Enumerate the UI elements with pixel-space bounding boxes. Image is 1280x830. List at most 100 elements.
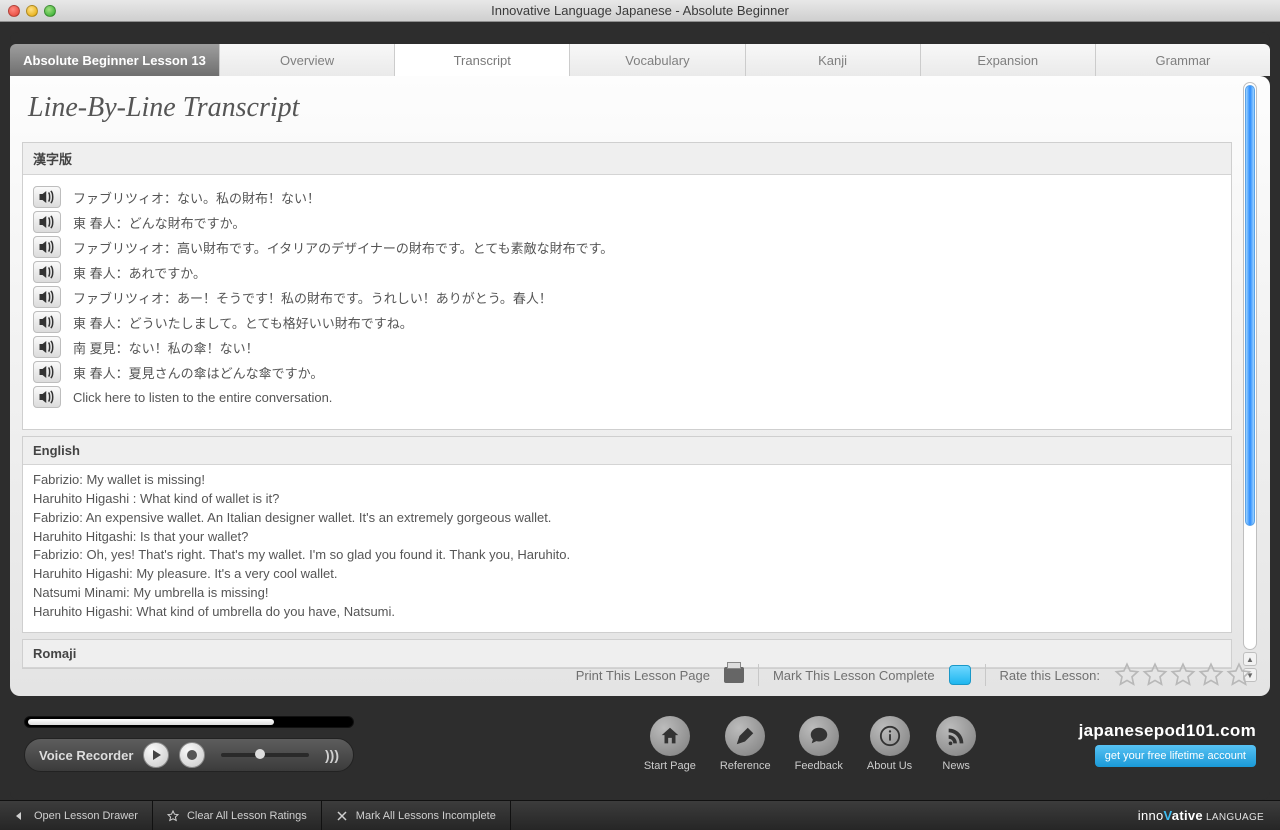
transcript-line: 東 春人：あれですか。: [33, 261, 1221, 283]
transcript-line: 東 春人：どんな財布ですか。: [33, 211, 1221, 233]
voice-recorder-label: Voice Recorder: [39, 748, 133, 763]
divider: [758, 664, 759, 686]
tab-transcript[interactable]: Transcript: [395, 44, 570, 76]
open-lesson-drawer-label: Open Lesson Drawer: [34, 810, 138, 822]
transcript-line-text: ファブリツィオ：ない。私の財布！ない！: [73, 188, 320, 207]
star-icon[interactable]: [1114, 662, 1140, 688]
mark-complete-checkbox[interactable]: [949, 665, 971, 685]
transcript-line: 南 夏見：ない！私の傘！ない！: [33, 336, 1221, 358]
content-panel: Line-By-Line Transcript 漢字版 ファブリツィオ：ない。私…: [10, 76, 1270, 696]
volume-icon: ))): [325, 747, 339, 763]
tab-expansion[interactable]: Expansion: [921, 44, 1096, 76]
english-line: Fabrizio: An expensive wallet. An Italia…: [33, 509, 1221, 528]
player-controls: Voice Recorder ))) Start Page Reference Fe…: [10, 696, 1270, 784]
play-line-audio-button[interactable]: [33, 211, 61, 233]
play-line-audio-button[interactable]: [33, 336, 61, 358]
vertical-scrollbar[interactable]: ▲ ▼: [1242, 82, 1258, 682]
play-line-audio-button[interactable]: [33, 261, 61, 283]
english-line: Haruhito Higashi: My pleasure. It's a ve…: [33, 565, 1221, 584]
play-line-audio-button[interactable]: [33, 361, 61, 383]
volume-slider[interactable]: [221, 753, 309, 757]
tab-lesson-indicator: Absolute Beginner Lesson 13: [10, 44, 220, 76]
brand-block: japanesepod101.com get your free lifetim…: [1056, 721, 1256, 767]
transcript-line-text: 東 春人：どういたしまして。とても格好いい財布ですね。: [73, 313, 413, 332]
transcript-line-text: 東 春人：夏見さんの傘はどんな傘ですか。: [73, 363, 323, 382]
play-line-audio-button[interactable]: [33, 186, 61, 208]
nav-label: Reference: [720, 760, 771, 772]
transcript-line: 東 春人：どういたしまして。とても格好いい財布ですね。: [33, 311, 1221, 333]
tab-kanji[interactable]: Kanji: [746, 44, 921, 76]
nav-start-page[interactable]: Start Page: [644, 716, 696, 772]
divider: [985, 664, 986, 686]
info-icon: [870, 716, 910, 756]
kanji-section: 漢字版 ファブリツィオ：ない。私の財布！ない！ 東 春人：どんな財布ですか。ファブ…: [22, 142, 1232, 430]
transcript-line-text: ファブリツィオ：あー！そうです！私の財布です。うれしい！ありがとう。春人！: [73, 288, 552, 307]
scrollbar-thumb[interactable]: [1245, 85, 1255, 526]
nav-feedback[interactable]: Feedback: [795, 716, 843, 772]
tab-overview[interactable]: Overview: [220, 44, 395, 76]
nav-about-us[interactable]: About Us: [867, 716, 912, 772]
printer-icon[interactable]: [724, 667, 744, 683]
nav-news[interactable]: News: [936, 716, 976, 772]
bubble-icon: [799, 716, 839, 756]
transcript-line: ファブリツィオ：高い財布です。イタリアのデザイナーの財布です。とても素敵な財布で…: [33, 236, 1221, 258]
rss-icon: [936, 716, 976, 756]
transcript-line: 東 春人：夏見さんの傘はどんな傘ですか。: [33, 361, 1221, 383]
play-line-audio-button[interactable]: [33, 236, 61, 258]
mark-complete-link[interactable]: Mark This Lesson Complete: [773, 668, 935, 683]
transcript-line-text: ファブリツィオ：高い財布です。イタリアのデザイナーの財布です。とても素敵な財布で…: [73, 238, 613, 257]
pen-icon: [725, 716, 765, 756]
transcript-line: ファブリツィオ：あー！そうです！私の財布です。うれしい！ありがとう。春人！: [33, 286, 1221, 308]
nav-label: Feedback: [795, 760, 843, 772]
star-icon[interactable]: [1226, 662, 1252, 688]
free-account-cta[interactable]: get your free lifetime account: [1095, 745, 1256, 767]
english-line: Fabrizio: My wallet is missing!: [33, 471, 1221, 490]
voice-recorder: Voice Recorder ))): [24, 738, 354, 772]
play-line-audio-button[interactable]: [33, 286, 61, 308]
nav-reference[interactable]: Reference: [720, 716, 771, 772]
rate-lesson-label: Rate this Lesson:: [1000, 668, 1100, 683]
nav-label: About Us: [867, 760, 912, 772]
english-line: Haruhito Hitgashi: Is that your wallet?: [33, 528, 1221, 547]
star-icon[interactable]: [1170, 662, 1196, 688]
clear-ratings-label: Clear All Lesson Ratings: [187, 810, 307, 822]
lesson-action-row: Print This Lesson Page Mark This Lesson …: [28, 660, 1252, 690]
tab-vocabulary[interactable]: Vocabulary: [570, 44, 745, 76]
bottom-toolbar: Open Lesson Drawer Clear All Lesson Rati…: [0, 800, 1280, 830]
mac-titlebar: Innovative Language Japanese - Absolute …: [0, 0, 1280, 22]
window-title: Innovative Language Japanese - Absolute …: [0, 3, 1280, 18]
transcript-line-text: 南 夏見：ない！私の傘！ない！: [73, 338, 259, 357]
transcript-line-text: 東 春人：あれですか。: [73, 263, 206, 282]
english-line: Haruhito Higashi: What kind of umbrella …: [33, 603, 1221, 622]
nav-label: News: [942, 760, 970, 772]
page-title: Line-By-Line Transcript: [22, 76, 1232, 142]
innovative-language-logo: innoVative LANGUAGE: [1122, 808, 1280, 823]
rating-stars[interactable]: [1114, 662, 1252, 688]
print-lesson-link[interactable]: Print This Lesson Page: [576, 668, 710, 683]
open-lesson-drawer-button[interactable]: Open Lesson Drawer: [0, 801, 153, 830]
star-icon[interactable]: [1142, 662, 1168, 688]
english-line: Haruhito Higashi : What kind of wallet i…: [33, 490, 1221, 509]
play-line-audio-button[interactable]: [33, 386, 61, 408]
home-icon: [650, 716, 690, 756]
tab-grammar[interactable]: Grammar: [1096, 44, 1270, 76]
lesson-tabs: Absolute Beginner Lesson 13 Overview Tra…: [10, 44, 1270, 76]
english-line: Natsumi Minami: My umbrella is missing!: [33, 584, 1221, 603]
transcript-line: Click here to listen to the entire conve…: [33, 386, 1221, 408]
play-line-audio-button[interactable]: [33, 311, 61, 333]
star-icon[interactable]: [1198, 662, 1224, 688]
clear-ratings-button[interactable]: Clear All Lesson Ratings: [153, 801, 322, 830]
english-line: Fabrizio: Oh, yes! That's right. That's …: [33, 546, 1221, 565]
english-section-header: English: [23, 437, 1231, 465]
mark-incomplete-button[interactable]: Mark All Lessons Incomplete: [322, 801, 511, 830]
kanji-section-header: 漢字版: [23, 143, 1231, 175]
brand-site: japanesepod101.com: [1056, 721, 1256, 741]
mark-incomplete-label: Mark All Lessons Incomplete: [356, 810, 496, 822]
playback-progress[interactable]: [24, 716, 354, 728]
record-button[interactable]: [179, 742, 205, 768]
transcript-line-text: Click here to listen to the entire conve…: [73, 390, 332, 405]
transcript-line-text: 東 春人：どんな財布ですか。: [73, 213, 245, 232]
transcript-line: ファブリツィオ：ない。私の財布！ない！: [33, 186, 1221, 208]
nav-label: Start Page: [644, 760, 696, 772]
play-button[interactable]: [143, 742, 169, 768]
